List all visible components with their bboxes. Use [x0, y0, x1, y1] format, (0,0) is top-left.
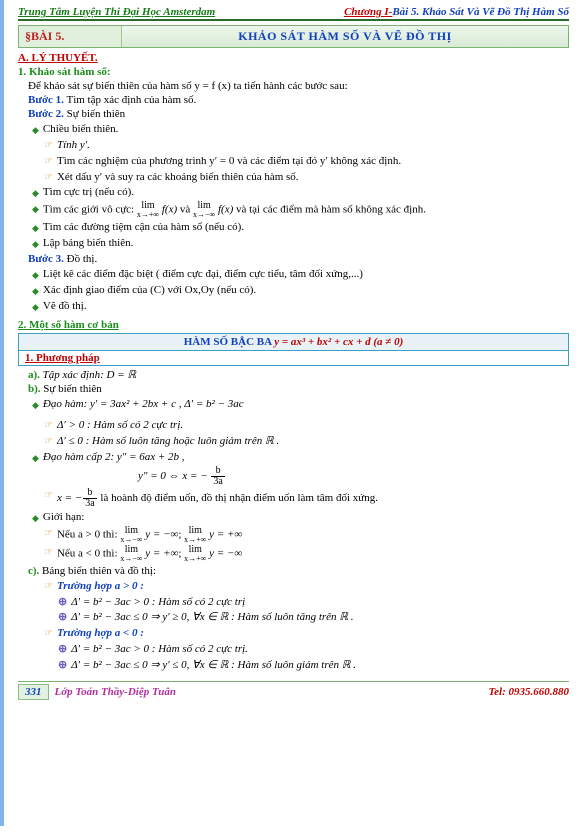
footer-mid: Lớp Toán Thầy-Diệp Tuân [55, 686, 489, 698]
item-b: b). Sự biến thiên [28, 383, 569, 395]
case-a-pos: ☞Trường hợp a > 0 : [44, 579, 569, 594]
sub-bullet: ☞Δ′ > 0 : Hàm số có 2 cực trị. [44, 418, 569, 433]
header-right: Chương I-Bài 5. Khảo Sát Và Vẽ Đồ Thị Hà… [344, 6, 569, 18]
step-2: Bước 2. Sự biến thiên [28, 108, 569, 120]
header-left: Trung Tâm Luyện Thi Đại Học Amsterdam [18, 6, 215, 18]
sub-bullet: ☞Δ′ ≤ 0 : Hàm số luôn tăng hoặc luôn giả… [44, 434, 569, 449]
lesson-title-bar: §BÀI 5. KHẢO SÁT HÀM SỐ VÀ VẼ ĐỒ THỊ [18, 25, 569, 48]
case-line: ⊕Δ′ = b² − 3ac > 0 : Hàm số có 2 cực trị… [58, 642, 569, 657]
section-2-title: 2. Một số hàm cơ bản [18, 319, 569, 331]
page-number: 331 [18, 684, 49, 700]
case-a-neg: ☞Trường hợp a < 0 : [44, 626, 569, 641]
item-a: a). Tập xác định: D = ℝ [28, 368, 569, 381]
section-a-heading: A. LÝ THUYẾT. [18, 52, 569, 64]
step-1: Bước 1. Tìm tập xác định của hàm số. [28, 94, 569, 106]
case-line: ⊕Δ′ = b² − 3ac ≤ 0 ⇒ y′ ≥ 0, ∀x ∈ ℝ : Hà… [58, 610, 569, 625]
case-line: ⊕Δ′ = b² − 3ac > 0 : Hàm số có 2 cực trị [58, 595, 569, 610]
bullet: ◆Xác định giao điểm của (C) với Ox,Oy (n… [32, 283, 569, 298]
bullet: ◆Liệt kê các điểm đặc biệt ( điểm cực đạ… [32, 267, 569, 282]
inflection-note: ☞ x = −b3a là hoành độ điểm uốn, đồ thị … [44, 488, 569, 509]
lesson-title: KHẢO SÁT HÀM SỐ VÀ VẼ ĐỒ THỊ [122, 26, 568, 47]
page-header: Trung Tâm Luyện Thi Đại Học Amsterdam Ch… [18, 6, 569, 21]
bullet: ◆Tìm cực trị (nếu có). [32, 185, 569, 200]
case-line: ⊕Δ′ = b² − 3ac ≤ 0 ⇒ y′ ≤ 0, ∀x ∈ ℝ : Hà… [58, 658, 569, 673]
item-c: c). Bảng biến thiên và đồ thị: [28, 565, 569, 577]
limit-case-pos: ☞ Nếu a > 0 thì: limx→−∞ y = −∞; limx→+∞… [44, 526, 569, 544]
bullet-derivative: ◆Đạo hàm: y′ = 3ax² + 2bx + c , Δ′ = b² … [32, 397, 569, 412]
sub-bullet: ☞Tính y′. [44, 138, 569, 153]
bullet: ◆Lập bảng biến thiên. [32, 236, 569, 251]
cubic-heading-box: HÀM SỐ BẬC BA y = ax³ + bx² + cx + d (a … [18, 333, 569, 351]
bullet-derivative2: ◆Đạo hàm cấp 2: y″ = 6ax + 2b , [32, 450, 569, 465]
step-3: Bước 3. Đồ thị. [28, 253, 569, 265]
sub-bullet: ☞Xét dấu y′ và suy ra các khoảng biến th… [44, 170, 569, 185]
lesson-tag: §BÀI 5. [19, 26, 122, 47]
second-deriv-eq: y″ = 0 ⇔ x = − b3a [138, 466, 569, 487]
bullet: ◆Tìm các đường tiệm cận của hàm số (nếu … [32, 220, 569, 235]
limit-case-neg: ☞ Nếu a < 0 thì: limx→−∞ y = +∞; limx→+∞… [44, 545, 569, 563]
page-footer: 331 Lớp Toán Thầy-Diệp Tuân Tel: 0935.66… [18, 681, 569, 700]
bullet-limits: ◆ Tìm các giới vô cực: limx→+∞ f(x) và l… [32, 201, 569, 219]
bullet: ◆Chiều biến thiên. [32, 122, 569, 137]
section-1-title: 1. Khảo sát hàm số: [18, 66, 569, 78]
bullet-limits-head: ◆Giới hạn: [32, 510, 569, 525]
method-bar: 1. Phương pháp [18, 351, 569, 366]
sub-bullet: ☞Tìm các nghiệm của phương trình y′ = 0 … [44, 154, 569, 169]
bullet: ◆Vẽ đồ thị. [32, 299, 569, 314]
intro-text: Để khảo sát sự biến thiên của hàm số y =… [28, 80, 569, 92]
footer-tel: Tel: 0935.660.880 [488, 686, 569, 698]
